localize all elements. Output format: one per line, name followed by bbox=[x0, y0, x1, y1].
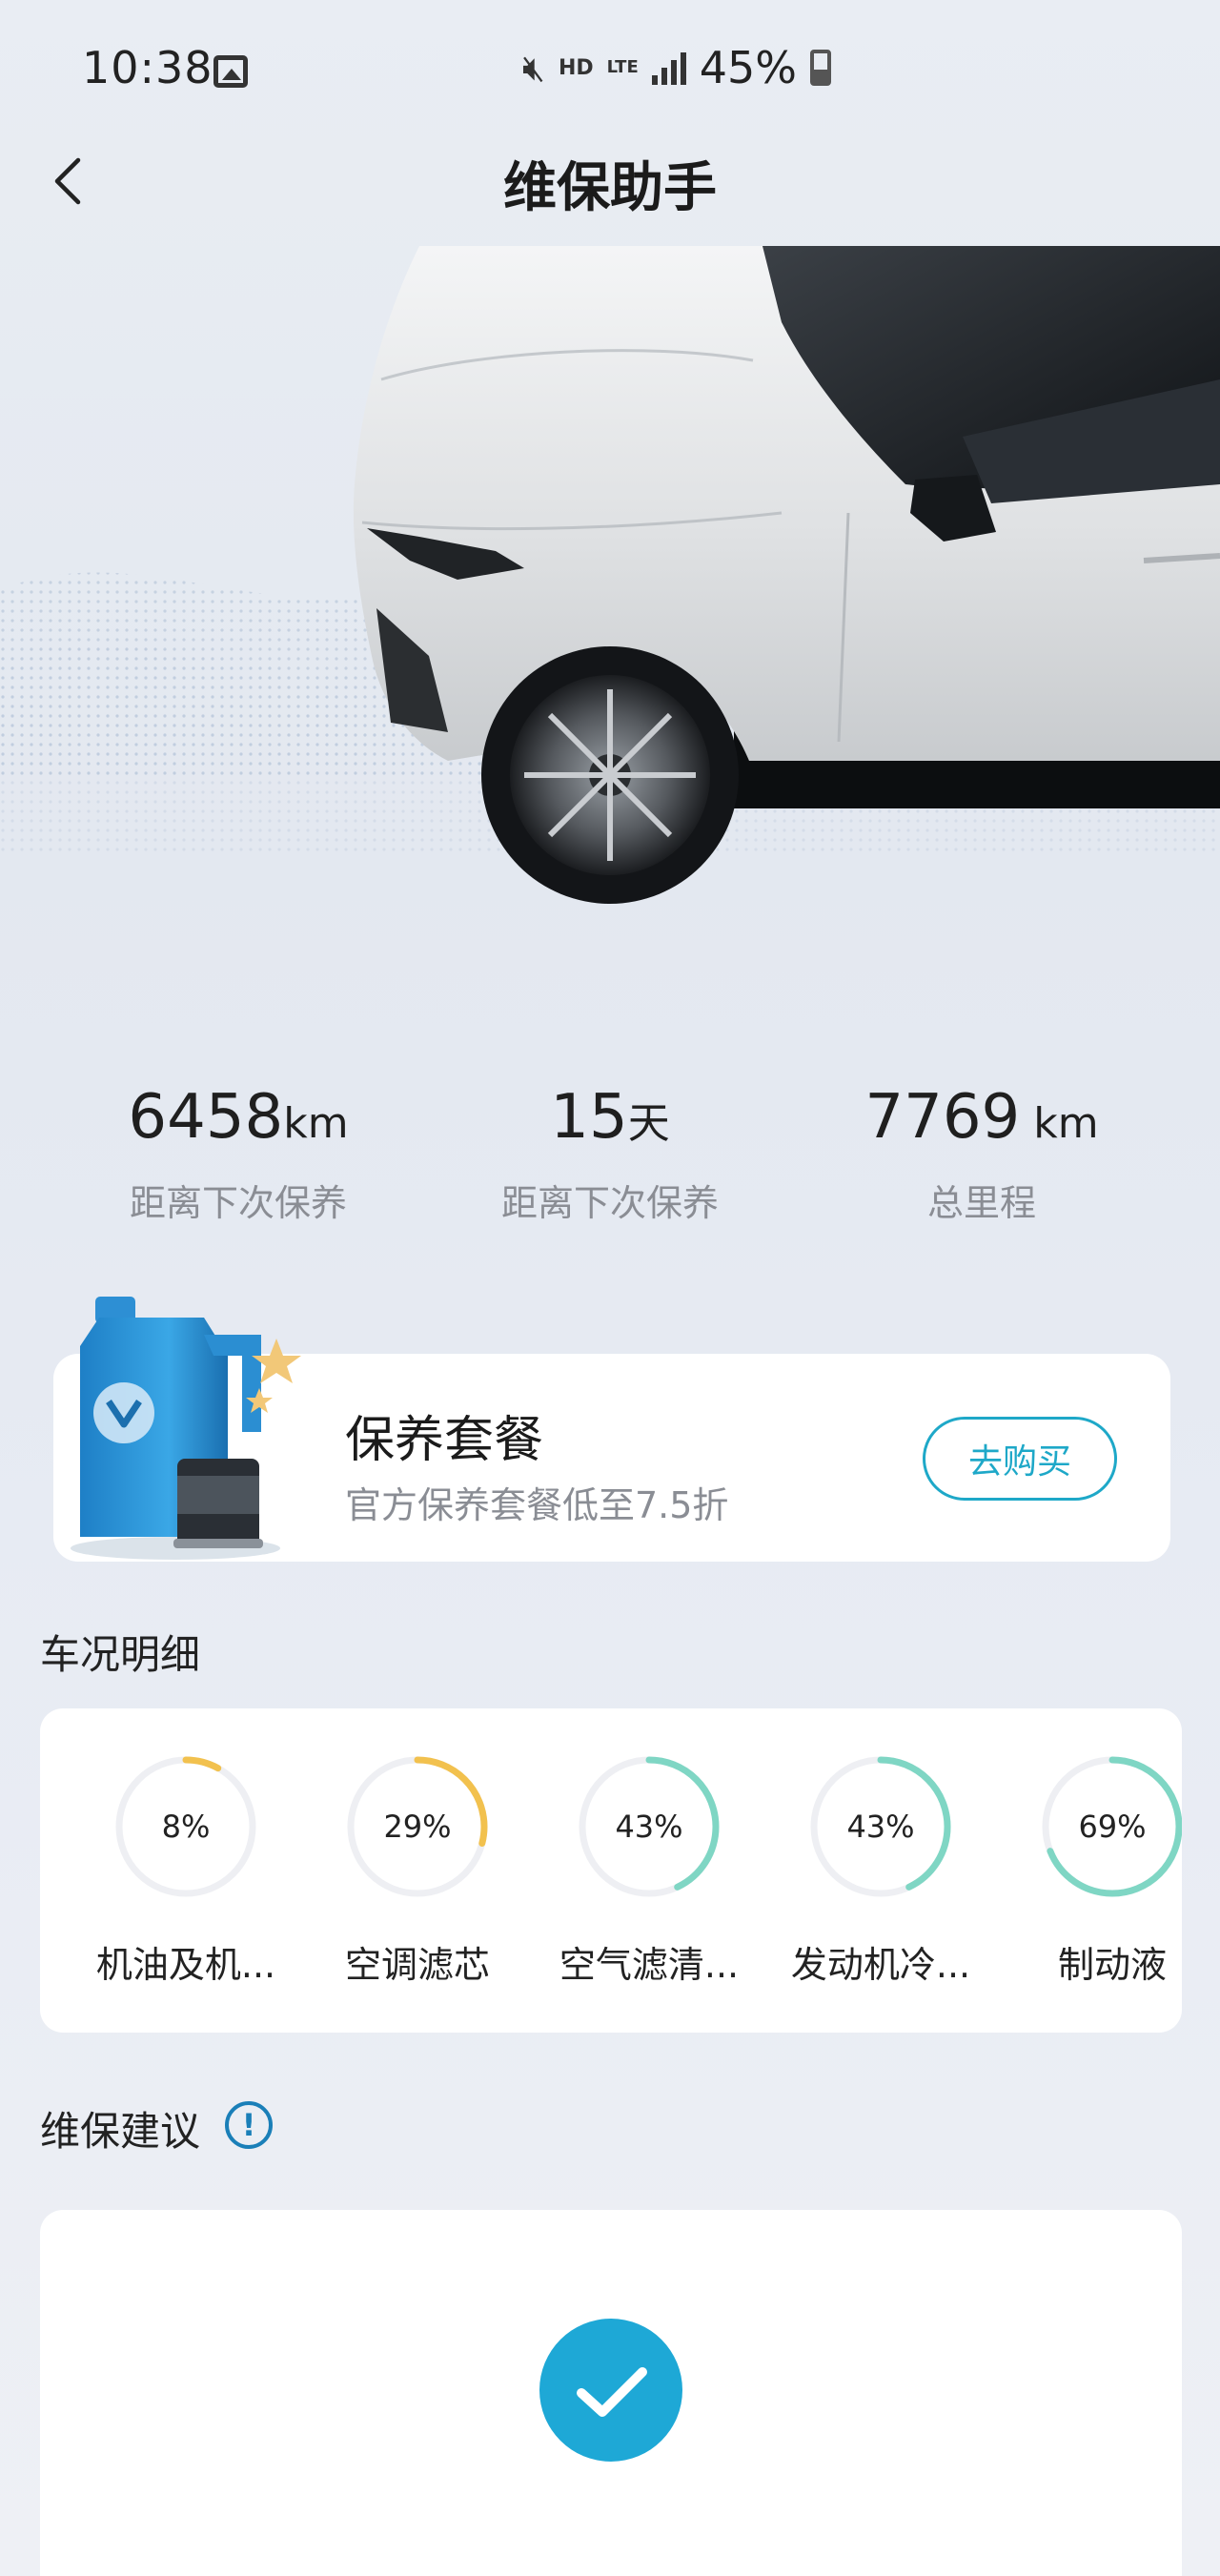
battery-icon bbox=[810, 50, 831, 86]
stat-value: 7769 bbox=[864, 1082, 1021, 1153]
maintenance-stats: 6458km 距离下次保养 15天 距离下次保养 7769 km 总里程 bbox=[0, 1077, 1220, 1230]
status-icons: 🔇︎ HD LTE 45% bbox=[522, 42, 831, 93]
stat-next-maintenance-days: 15天 距离下次保养 bbox=[410, 1077, 810, 1226]
car-illustration bbox=[0, 246, 1220, 904]
condition-item[interactable]: 69% 制动液 bbox=[1012, 1752, 1182, 1988]
car-hero-image bbox=[0, 246, 1220, 942]
condition-item[interactable]: 43% 发动机冷... bbox=[781, 1752, 981, 1988]
stat-unit: km bbox=[283, 1099, 349, 1148]
condition-label: 空气滤清... bbox=[559, 1944, 740, 1986]
signal-icon bbox=[651, 51, 686, 85]
condition-percent: 69% bbox=[1078, 1809, 1147, 1845]
status-bar: 10:38 🔇︎ HD LTE 45% bbox=[0, 0, 1220, 143]
hd-indicator: HD bbox=[558, 55, 594, 80]
stat-total-mileage: 7769 km 总里程 bbox=[782, 1077, 1182, 1226]
battery-percent: 45% bbox=[699, 42, 797, 93]
condition-item[interactable]: 8% 机油及机... bbox=[86, 1752, 286, 1988]
lte-indicator: LTE bbox=[606, 57, 639, 77]
progress-ring: 43% bbox=[575, 1752, 723, 1901]
condition-card: 8% 机油及机... 29% 空调滤芯 43% 空气滤清... 43% 发动机冷… bbox=[40, 1708, 1182, 2033]
info-icon[interactable]: ! bbox=[225, 2101, 273, 2149]
progress-ring: 29% bbox=[343, 1752, 492, 1901]
advice-section-title: 维保建议 bbox=[40, 2108, 201, 2155]
status-time: 10:38 bbox=[82, 42, 214, 93]
stat-label: 距离下次保养 bbox=[500, 1182, 719, 1224]
condition-section-title: 车况明细 bbox=[40, 1631, 201, 1678]
gallery-notification-icon bbox=[214, 55, 248, 88]
condition-percent: 8% bbox=[161, 1809, 211, 1845]
stat-value: 15 bbox=[550, 1082, 628, 1153]
condition-percent: 43% bbox=[615, 1809, 683, 1845]
oil-bottle-icon bbox=[71, 1297, 301, 1560]
progress-ring: 69% bbox=[1038, 1752, 1182, 1901]
stat-label: 距离下次保养 bbox=[129, 1182, 347, 1224]
package-title: 保养套餐 bbox=[345, 1412, 544, 1469]
stat-unit: km bbox=[1020, 1099, 1099, 1148]
condition-label: 机油及机... bbox=[95, 1944, 276, 1986]
condition-percent: 43% bbox=[846, 1809, 915, 1845]
progress-ring: 8% bbox=[112, 1752, 260, 1901]
stat-value: 6458 bbox=[128, 1082, 284, 1153]
stat-unit: 天 bbox=[627, 1099, 670, 1148]
mute-icon: 🔇︎ bbox=[522, 46, 545, 89]
buy-button[interactable]: 去购买 bbox=[923, 1417, 1117, 1501]
package-subtitle: 官方保养套餐低至7.5折 bbox=[345, 1484, 729, 1526]
check-icon bbox=[539, 2319, 682, 2462]
condition-label: 制动液 bbox=[1057, 1944, 1167, 1986]
condition-percent: 29% bbox=[383, 1809, 452, 1845]
condition-item[interactable]: 29% 空调滤芯 bbox=[317, 1752, 518, 1988]
condition-label: 空调滤芯 bbox=[344, 1944, 490, 1986]
stat-next-maintenance-distance: 6458km 距离下次保养 bbox=[38, 1077, 438, 1226]
page-title: 维保助手 bbox=[503, 157, 717, 219]
progress-ring: 43% bbox=[806, 1752, 955, 1901]
condition-label: 发动机冷... bbox=[790, 1944, 971, 1986]
condition-item[interactable]: 43% 空气滤清... bbox=[549, 1752, 749, 1988]
stat-label: 总里程 bbox=[926, 1182, 1036, 1224]
